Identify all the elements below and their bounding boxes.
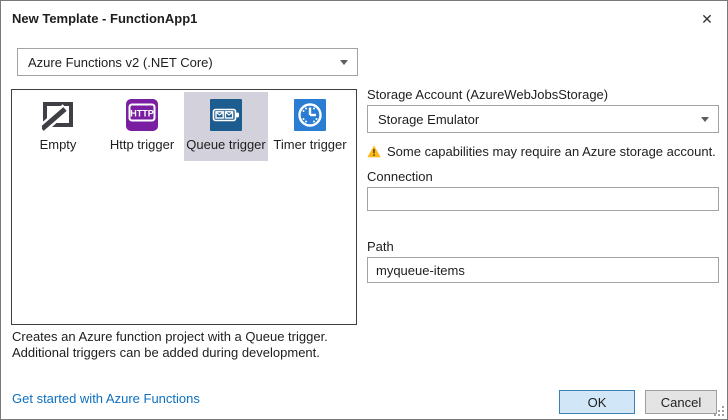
template-item-label: Empty bbox=[39, 137, 77, 152]
template-item-http-trigger[interactable]: HTTP Http trigger bbox=[100, 92, 184, 161]
template-description: Creates an Azure function project with a… bbox=[12, 329, 328, 361]
svg-text:HTTP: HTTP bbox=[130, 109, 154, 119]
get-started-link[interactable]: Get started with Azure Functions bbox=[12, 391, 200, 406]
runtime-version-select[interactable]: Azure Functions v2 (.NET Core) bbox=[17, 48, 358, 76]
chevron-down-icon bbox=[340, 60, 348, 65]
empty-project-icon bbox=[37, 99, 74, 134]
path-input[interactable] bbox=[367, 257, 719, 283]
template-row: Empty HTTP Http trigger Queue trigger Ti… bbox=[12, 90, 356, 161]
storage-account-value: Storage Emulator bbox=[378, 111, 480, 127]
description-line2: Additional triggers can be added during … bbox=[12, 345, 320, 360]
description-line1: Creates an Azure function project with a… bbox=[12, 329, 328, 344]
storage-warning: Some capabilities may require an Azure s… bbox=[367, 144, 716, 159]
close-icon[interactable]: ✕ bbox=[695, 7, 719, 31]
template-item-timer-trigger[interactable]: Timer trigger bbox=[268, 92, 352, 161]
new-template-dialog: { "window": { "title": "New Template - F… bbox=[0, 0, 728, 420]
template-item-queue-trigger[interactable]: Queue trigger bbox=[184, 92, 268, 161]
cancel-button[interactable]: Cancel bbox=[645, 390, 717, 414]
queue-trigger-icon bbox=[210, 99, 242, 131]
template-list: Empty HTTP Http trigger Queue trigger Ti… bbox=[11, 89, 357, 325]
timer-trigger-icon bbox=[294, 99, 326, 131]
connection-label: Connection bbox=[367, 169, 433, 184]
path-label: Path bbox=[367, 239, 394, 254]
storage-account-select[interactable]: Storage Emulator bbox=[367, 105, 719, 133]
ok-button[interactable]: OK bbox=[559, 390, 635, 414]
chevron-down-icon bbox=[701, 117, 709, 122]
template-item-label: Queue trigger bbox=[186, 137, 266, 152]
connection-input[interactable] bbox=[367, 187, 719, 211]
http-trigger-icon: HTTP bbox=[126, 99, 158, 131]
runtime-version-value: Azure Functions v2 (.NET Core) bbox=[28, 54, 213, 70]
warning-text: Some capabilities may require an Azure s… bbox=[387, 144, 716, 159]
storage-account-label: Storage Account (AzureWebJobsStorage) bbox=[367, 87, 609, 102]
dialog-title: New Template - FunctionApp1 bbox=[12, 11, 198, 26]
template-item-label: Http trigger bbox=[109, 137, 175, 152]
warning-icon bbox=[367, 145, 381, 158]
resize-grip-icon[interactable] bbox=[713, 405, 725, 417]
template-item-label: Timer trigger bbox=[273, 137, 347, 152]
template-item-empty[interactable]: Empty bbox=[16, 92, 100, 161]
